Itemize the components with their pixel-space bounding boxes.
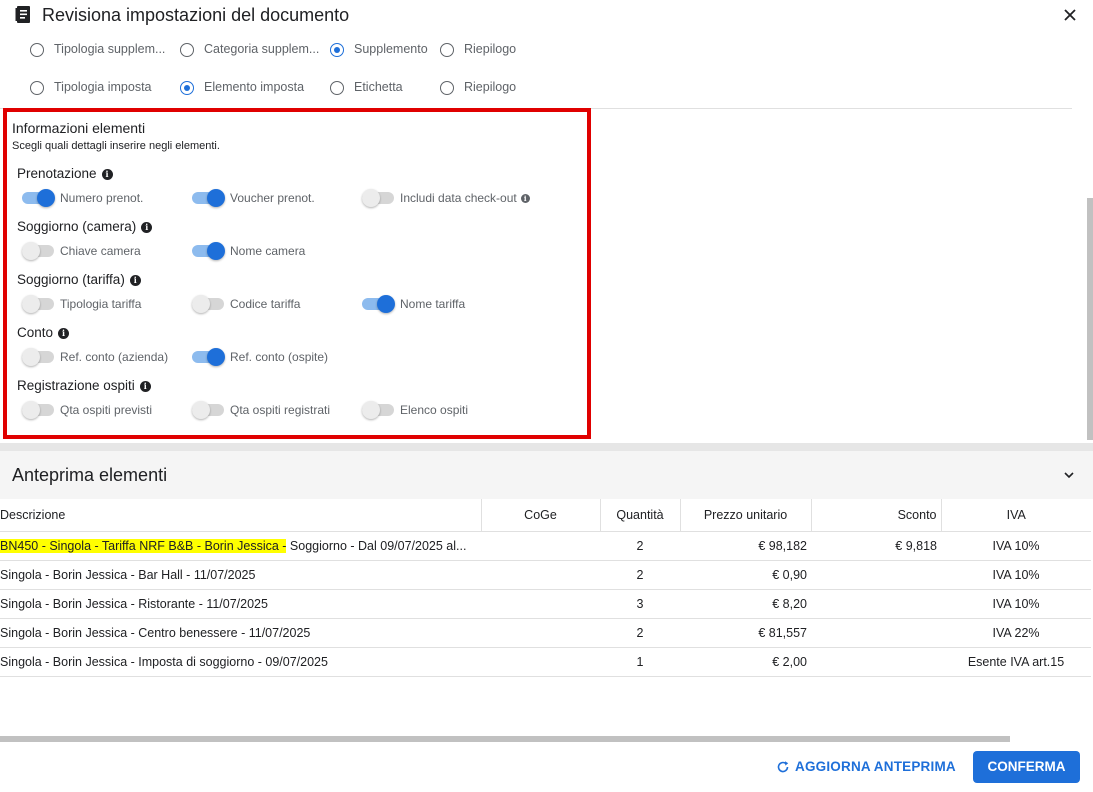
cell-sconto: € 9,818 xyxy=(811,531,941,561)
section-subtitle: Scegli quali dettagli inserire negli ele… xyxy=(12,140,220,152)
info-icon[interactable]: i xyxy=(520,194,530,203)
cell-descrizione: Singola - Borin Jessica - Bar Hall - 11/… xyxy=(0,560,481,590)
cell-iva: IVA 10% xyxy=(941,589,1091,619)
cell-quantita: 2 xyxy=(600,531,680,561)
radio-label: Riepilogo xyxy=(464,80,517,94)
cell-prezzo: € 81,557 xyxy=(680,618,811,648)
cell-prezzo: € 0,90 xyxy=(680,560,811,590)
column-header-quantita[interactable]: Quantità xyxy=(600,499,681,532)
cell-coge xyxy=(481,618,600,648)
radio-button[interactable] xyxy=(440,43,454,57)
table-row[interactable]: Singola - Borin Jessica - Ristorante - 1… xyxy=(0,589,1091,619)
radio-button[interactable] xyxy=(180,43,194,57)
group-title-conto: Conto i xyxy=(17,325,70,340)
chevron-down-icon[interactable] xyxy=(1062,468,1076,482)
dialog-header: Revisiona impostazioni del documento xyxy=(0,0,1093,32)
horizontal-scrollbar[interactable] xyxy=(0,736,1010,742)
radio-button-checked[interactable] xyxy=(180,81,194,95)
cell-iva: IVA 10% xyxy=(941,531,1091,561)
group-title-prenotazione: Prenotazione i xyxy=(17,166,113,181)
confirm-button[interactable]: CONFERMA xyxy=(973,751,1080,783)
close-icon[interactable] xyxy=(1060,5,1080,25)
table-row[interactable]: Singola - Borin Jessica - Bar Hall - 11/… xyxy=(0,560,1091,590)
radio-button-checked[interactable] xyxy=(330,43,344,57)
radio-label: Etichetta xyxy=(354,80,403,94)
cell-quantita: 2 xyxy=(600,618,680,648)
cell-prezzo: € 8,20 xyxy=(680,589,811,619)
cell-descrizione: BN450 - Singola - Tariffa NRF B&B - Bori… xyxy=(0,531,481,561)
cell-descrizione: Singola - Borin Jessica - Centro benesse… xyxy=(0,618,481,648)
preview-accordion-header[interactable]: Anteprima elementi xyxy=(0,451,1093,499)
column-header-sconto[interactable]: Sconto xyxy=(811,499,942,532)
table-header-row: Descrizione CoGe Quantità Prezzo unitari… xyxy=(0,499,1091,532)
cell-iva: IVA 22% xyxy=(941,618,1091,648)
cell-iva: Esente IVA art.15 xyxy=(941,647,1091,677)
column-header-iva[interactable]: IVA xyxy=(941,499,1091,532)
radio-label: Riepilogo xyxy=(464,42,517,56)
radio-label: Supplemento xyxy=(354,42,428,56)
radio-button[interactable] xyxy=(30,43,44,57)
refresh-icon xyxy=(777,761,789,773)
highlighted-text: BN450 - Singola - Tariffa NRF B&B - Bori… xyxy=(0,538,287,553)
cell-prezzo: € 2,00 xyxy=(680,647,811,677)
vertical-scrollbar[interactable] xyxy=(1087,198,1093,440)
info-icon[interactable]: i xyxy=(101,169,113,180)
cell-descrizione: Singola - Borin Jessica - Imposta di sog… xyxy=(0,647,481,677)
table-row[interactable]: BN450 - Singola - Tariffa NRF B&B - Bori… xyxy=(0,531,1091,561)
group-title-registrazione-ospiti: Registrazione ospiti i xyxy=(17,378,151,393)
radio-label: Tipologia imposta xyxy=(54,80,152,94)
document-icon xyxy=(15,6,30,23)
radio-button[interactable] xyxy=(30,81,44,95)
info-icon[interactable]: i xyxy=(58,328,70,339)
refresh-preview-label: AGGIORNA ANTEPRIMA xyxy=(795,759,956,774)
section-separator xyxy=(0,443,1093,451)
info-icon[interactable]: i xyxy=(141,222,153,233)
cell-coge xyxy=(481,531,600,561)
preview-title: Anteprima elementi xyxy=(12,465,168,485)
cell-sconto xyxy=(811,647,941,677)
cell-quantita: 2 xyxy=(600,560,680,590)
group-title-soggiorno-camera: Soggiorno (camera) i xyxy=(17,219,153,234)
steps-row-supplement: Tipologia supplem... Categoria supplem..… xyxy=(0,40,1093,60)
cell-sconto xyxy=(811,589,941,619)
preview-table: Descrizione CoGe Quantità Prezzo unitari… xyxy=(0,499,1091,677)
cell-quantita: 3 xyxy=(600,589,680,619)
radio-label: Elemento imposta xyxy=(204,80,305,94)
table-row[interactable]: Singola - Borin Jessica - Centro benesse… xyxy=(0,618,1091,648)
cell-sconto xyxy=(811,560,941,590)
radio-label: Tipologia supplem... xyxy=(54,42,166,56)
cell-iva: IVA 10% xyxy=(941,560,1091,590)
cell-descrizione: Singola - Borin Jessica - Ristorante - 1… xyxy=(0,589,481,619)
column-header-prezzo-unitario[interactable]: Prezzo unitario xyxy=(680,499,812,532)
column-header-descrizione[interactable]: Descrizione xyxy=(0,499,482,532)
cell-coge xyxy=(481,560,600,590)
radio-button[interactable] xyxy=(440,81,454,95)
info-icon[interactable]: i xyxy=(129,275,141,286)
cell-coge xyxy=(481,589,600,619)
refresh-preview-button[interactable]: AGGIORNA ANTEPRIMA xyxy=(772,752,957,782)
steps-row-tax: Tipologia imposta Elemento imposta Etich… xyxy=(0,78,1093,98)
section-title: Informazioni elementi xyxy=(12,120,146,136)
dialog-title: Revisiona impostazioni del documento xyxy=(42,5,350,25)
table-row[interactable]: Singola - Borin Jessica - Imposta di sog… xyxy=(0,647,1091,677)
cell-coge xyxy=(481,647,600,677)
radio-label: Categoria supplem... xyxy=(204,42,320,56)
info-icon[interactable]: i xyxy=(139,381,151,392)
column-header-coge[interactable]: CoGe xyxy=(481,499,601,532)
radio-button[interactable] xyxy=(330,81,344,95)
cell-quantita: 1 xyxy=(600,647,680,677)
cell-prezzo: € 98,182 xyxy=(680,531,811,561)
group-title-soggiorno-tariffa: Soggiorno (tariffa) i xyxy=(17,272,141,287)
cell-sconto xyxy=(811,618,941,648)
